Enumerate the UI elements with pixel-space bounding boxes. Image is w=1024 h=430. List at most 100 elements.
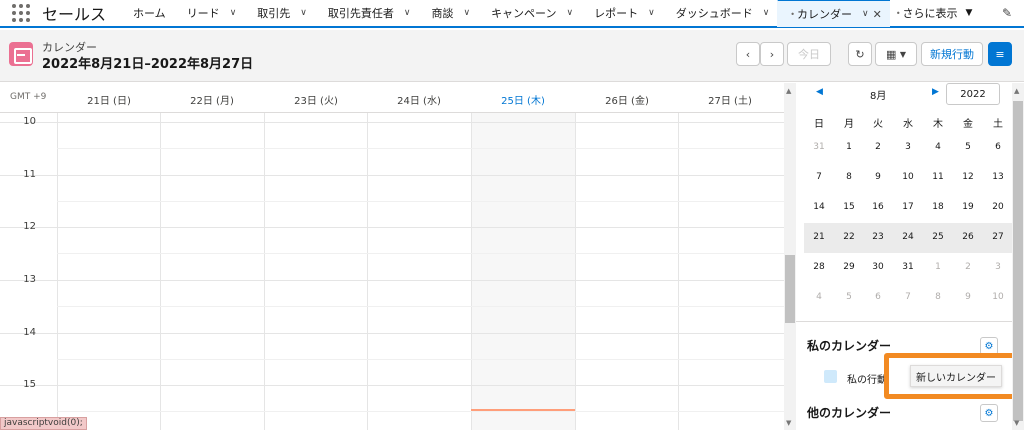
mini-day[interactable]: 26 bbox=[953, 232, 983, 242]
tab-calendar[interactable]: • カレンダー ∨ ✕ bbox=[777, 0, 890, 27]
mini-day[interactable]: 1 bbox=[923, 262, 953, 272]
mini-day[interactable]: 2 bbox=[953, 262, 983, 272]
mini-day[interactable]: 9 bbox=[863, 172, 893, 182]
next-month-icon[interactable]: ▶ bbox=[932, 87, 939, 97]
app-launcher-icon[interactable] bbox=[10, 2, 32, 24]
nav-item[interactable]: ホーム bbox=[120, 0, 174, 26]
mini-day[interactable]: 5 bbox=[834, 292, 864, 302]
list-view-icon[interactable]: ≡ bbox=[988, 42, 1012, 66]
chevron-down-icon[interactable]: ∨ bbox=[300, 8, 307, 18]
mini-day[interactable]: 28 bbox=[804, 262, 834, 272]
nav-item[interactable]: 商談 ∨ bbox=[418, 0, 478, 26]
scrollbar-thumb[interactable] bbox=[1013, 101, 1023, 421]
mini-day[interactable]: 7 bbox=[804, 172, 834, 182]
nav-item[interactable]: 取引先責任者 ∨ bbox=[315, 0, 419, 26]
mini-day[interactable]: 2 bbox=[863, 142, 893, 152]
mini-day[interactable]: 1 bbox=[834, 142, 864, 152]
day-column-header[interactable]: 27日 (土) bbox=[678, 92, 782, 107]
mini-day[interactable]: 9 bbox=[953, 292, 983, 302]
prev-month-icon[interactable]: ◀ bbox=[816, 87, 823, 97]
gear-icon[interactable]: ⚙ bbox=[980, 404, 998, 422]
mini-day[interactable]: 3 bbox=[893, 142, 923, 152]
nav-item[interactable]: キャンペーン ∨ bbox=[478, 0, 581, 26]
sidebar-scrollbar[interactable]: ▲ ▼ bbox=[1012, 83, 1024, 430]
mini-day[interactable]: 19 bbox=[953, 202, 983, 212]
calendar-color-swatch[interactable] bbox=[824, 370, 837, 383]
calendar-view-dropdown[interactable]: ▦ ▼ bbox=[875, 42, 917, 66]
chevron-down-icon[interactable]: ∨ bbox=[463, 8, 470, 18]
new-event-button[interactable]: 新規行動 bbox=[921, 42, 983, 66]
mini-day[interactable]: 31 bbox=[893, 262, 923, 272]
mini-day[interactable]: 31 bbox=[804, 142, 834, 152]
day-column-header[interactable]: 23日 (火) bbox=[264, 92, 368, 107]
chevron-down-icon[interactable]: ∨ bbox=[230, 8, 237, 18]
mini-day[interactable]: 25 bbox=[923, 232, 953, 242]
mini-day[interactable]: 3 bbox=[983, 262, 1013, 272]
day-column-header[interactable]: 21日 (日) bbox=[57, 92, 161, 107]
mini-day[interactable]: 29 bbox=[834, 262, 864, 272]
mini-day[interactable]: 21 bbox=[804, 232, 834, 242]
my-events-calendar[interactable]: 私の行動 bbox=[847, 371, 887, 386]
chevron-down-icon[interactable]: ∨ bbox=[862, 9, 869, 19]
scrollbar-thumb[interactable] bbox=[785, 255, 795, 323]
day-column-divider bbox=[471, 113, 472, 430]
nav-item[interactable]: 取引先 ∨ bbox=[244, 0, 315, 26]
nav-item-label: ホーム bbox=[133, 7, 166, 20]
mini-day[interactable]: 22 bbox=[834, 232, 864, 242]
mini-day[interactable]: 16 bbox=[863, 202, 893, 212]
mini-day[interactable]: 23 bbox=[863, 232, 893, 242]
mini-day[interactable]: 24 bbox=[893, 232, 923, 242]
half-hour-line bbox=[57, 253, 784, 254]
scroll-up-icon[interactable]: ▲ bbox=[786, 87, 791, 95]
mini-day[interactable]: 6 bbox=[983, 142, 1013, 152]
edit-pencil-icon[interactable]: ✎ bbox=[1002, 6, 1012, 20]
half-hour-line bbox=[57, 148, 784, 149]
mini-day[interactable]: 6 bbox=[863, 292, 893, 302]
half-hour-line bbox=[57, 411, 784, 412]
mini-day[interactable]: 11 bbox=[923, 172, 953, 182]
mini-day[interactable]: 4 bbox=[923, 142, 953, 152]
mini-day[interactable]: 5 bbox=[953, 142, 983, 152]
mini-day[interactable]: 17 bbox=[893, 202, 923, 212]
more-tab[interactable]: • さらに表示 ▼ bbox=[896, 5, 973, 21]
prev-week-button[interactable]: ‹ bbox=[736, 42, 760, 66]
day-column-header[interactable]: 22日 (月) bbox=[160, 92, 264, 107]
mini-day[interactable]: 8 bbox=[834, 172, 864, 182]
day-column-header[interactable]: 26日 (金) bbox=[575, 92, 679, 107]
mini-day[interactable]: 14 bbox=[804, 202, 834, 212]
mini-day[interactable]: 27 bbox=[983, 232, 1013, 242]
scroll-down-icon[interactable]: ▼ bbox=[786, 419, 791, 427]
nav-item[interactable]: レポート ∨ bbox=[581, 0, 663, 26]
chevron-down-icon[interactable]: ∨ bbox=[404, 8, 411, 18]
nav-item[interactable]: リード ∨ bbox=[174, 0, 245, 26]
mini-day[interactable]: 13 bbox=[983, 172, 1013, 182]
nav-item[interactable]: ダッシュボード ∨ bbox=[663, 0, 778, 26]
close-icon[interactable]: ✕ bbox=[873, 8, 882, 21]
day-column-header[interactable]: 24日 (水) bbox=[367, 92, 471, 107]
week-grid[interactable]: 10 11 12 13 14 15 bbox=[0, 113, 784, 430]
chevron-down-icon[interactable]: ∨ bbox=[648, 8, 655, 18]
hour-label: 15 bbox=[23, 379, 36, 390]
mini-day[interactable]: 7 bbox=[893, 292, 923, 302]
scroll-down-icon[interactable]: ▼ bbox=[1014, 419, 1019, 427]
year-select[interactable]: 2022 bbox=[946, 83, 1000, 105]
mini-day[interactable]: 15 bbox=[834, 202, 864, 212]
mini-day[interactable]: 30 bbox=[863, 262, 893, 272]
hour-label: 12 bbox=[23, 221, 36, 232]
day-column-header[interactable]: 25日 (木) bbox=[471, 92, 575, 107]
grid-scrollbar[interactable]: ▲ ▼ bbox=[784, 83, 796, 430]
scroll-up-icon[interactable]: ▲ bbox=[1014, 87, 1019, 95]
mini-day[interactable]: 10 bbox=[893, 172, 923, 182]
weekday-label: 木 bbox=[933, 119, 943, 130]
chevron-down-icon[interactable]: ∨ bbox=[763, 8, 770, 18]
mini-day[interactable]: 10 bbox=[983, 292, 1013, 302]
mini-day[interactable]: 8 bbox=[923, 292, 953, 302]
mini-day[interactable]: 18 bbox=[923, 202, 953, 212]
mini-day[interactable]: 20 bbox=[983, 202, 1013, 212]
today-button[interactable]: 今日 bbox=[787, 42, 831, 66]
mini-day[interactable]: 4 bbox=[804, 292, 834, 302]
mini-day[interactable]: 12 bbox=[953, 172, 983, 182]
refresh-icon[interactable]: ↻ bbox=[848, 42, 872, 66]
chevron-down-icon[interactable]: ∨ bbox=[567, 8, 574, 18]
next-week-button[interactable]: › bbox=[760, 42, 784, 66]
